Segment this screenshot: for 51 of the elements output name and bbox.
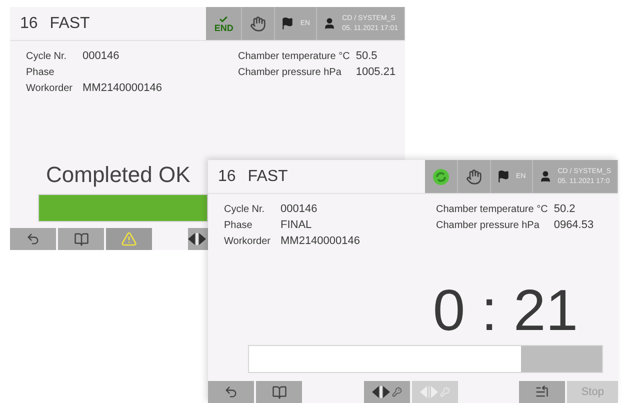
back-icon [224, 385, 238, 399]
field-value: 000146 [280, 202, 318, 217]
book-icon [272, 384, 286, 400]
reading-value: 0964.53 [554, 218, 594, 233]
door-arrows-icon [188, 233, 206, 245]
back-icon [26, 232, 40, 246]
program-name: FAST [50, 14, 90, 32]
flag-icon [496, 170, 510, 183]
door-arrows-icon [372, 386, 390, 398]
door-button[interactable] [364, 381, 410, 403]
door-arrows-icon [420, 386, 438, 398]
key-icon [392, 387, 402, 397]
program-list-button[interactable] [519, 381, 566, 403]
status-message: Completed OK [46, 162, 190, 188]
reading-value: 50.2 [554, 202, 576, 217]
field-value: MM2140000146 [82, 81, 162, 96]
key-icon [440, 387, 450, 397]
reading-label: Chamber temperature °C [436, 203, 548, 217]
reading-value: 1005.21 [356, 65, 396, 80]
field-label: Phase [26, 66, 56, 80]
field-label: Phase [224, 219, 254, 233]
field-label: Workorder [224, 235, 270, 249]
book-icon [74, 232, 88, 246]
user-icon [323, 17, 336, 30]
field-value: FINAL [280, 218, 313, 233]
program-number: 16 [218, 168, 236, 186]
field-value: 000146 [82, 49, 120, 64]
door-button[interactable] [188, 228, 208, 250]
user-icon [538, 170, 552, 183]
reading-label: Chamber temperature °C [238, 50, 350, 64]
flag-icon [281, 17, 294, 30]
program-name: FAST [248, 168, 288, 186]
field-value: MM2140000146 [280, 234, 360, 249]
field-label: Cycle Nr. [224, 203, 266, 217]
countdown-timer: 0 : 21 [432, 281, 578, 341]
cycle-status-icon [432, 168, 449, 184]
back-button[interactable] [208, 381, 254, 403]
manual-button[interactable] [58, 228, 104, 250]
reading-value: 50.5 [356, 49, 378, 64]
reading-label: Chamber pressure hPa [238, 66, 342, 80]
list-icon [535, 385, 550, 399]
field-label: Cycle Nr. [26, 50, 68, 64]
field-label: Workorder [26, 82, 72, 96]
hand-icon [466, 168, 482, 184]
reading-label: Chamber pressure hPa [436, 219, 540, 233]
program-number: 16 [20, 14, 38, 32]
status-indicator: END [214, 14, 234, 32]
back-button[interactable] [10, 228, 56, 250]
warning-icon [121, 231, 137, 247]
manual-button[interactable] [256, 381, 302, 403]
hand-icon [250, 16, 266, 32]
